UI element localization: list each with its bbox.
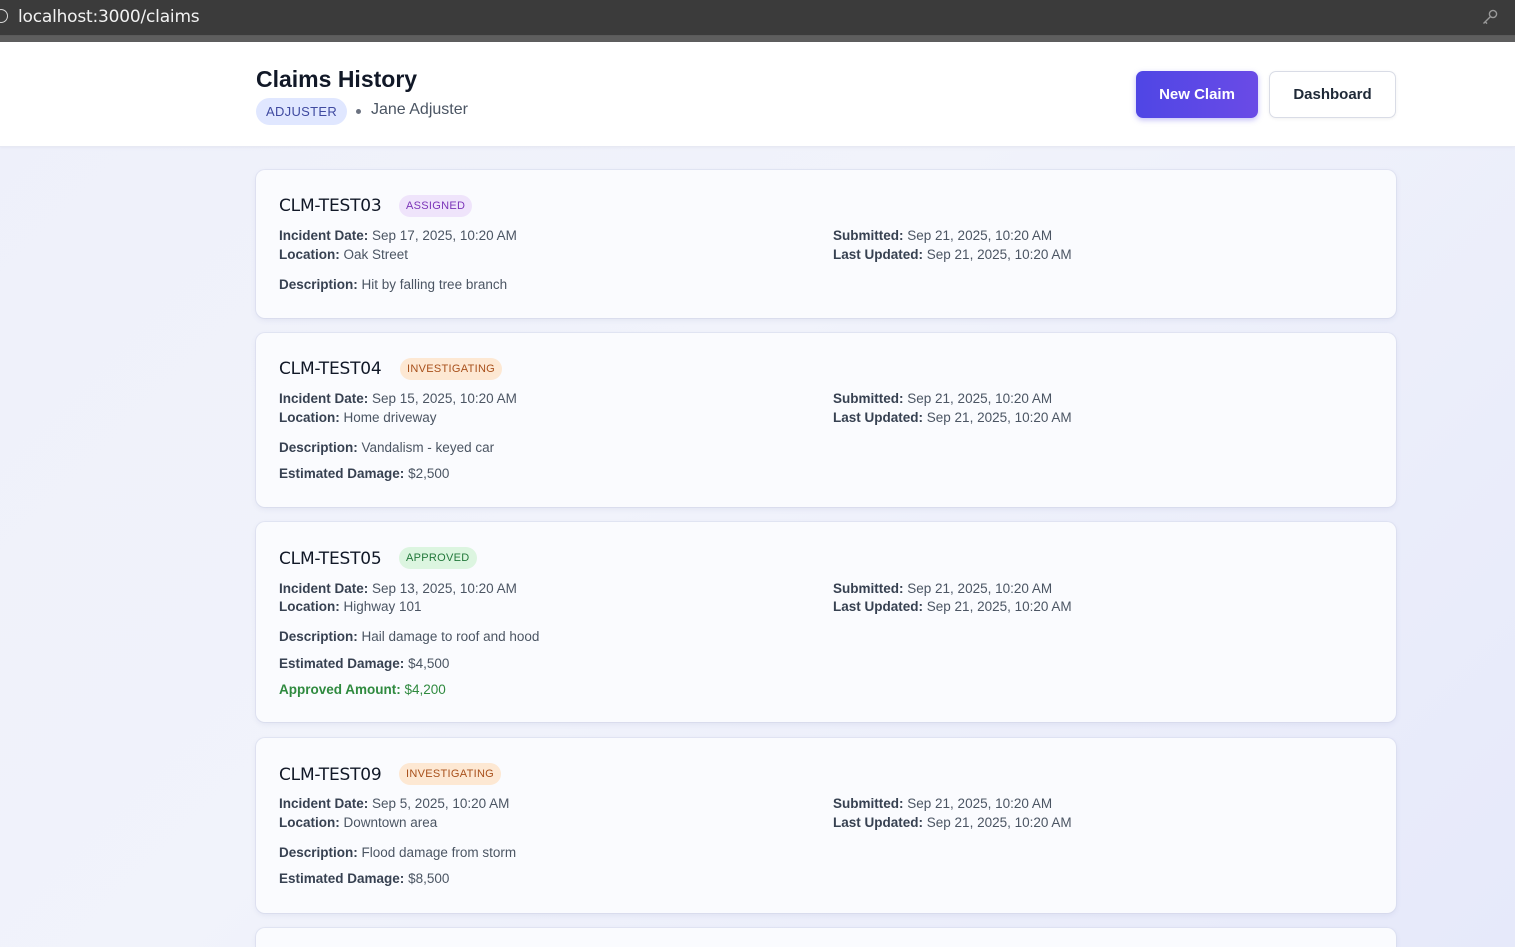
incident-date-value: Sep 15, 2025, 10:20 AM <box>372 391 517 406</box>
last-updated-value: Sep 21, 2025, 10:20 AM <box>926 815 1072 830</box>
claim-card: CLM-TEST03 ASSIGNED Incident Date: Sep 1… <box>256 170 1396 318</box>
location-value: Downtown area <box>343 815 438 830</box>
submitted-field: Submitted: Sep 21, 2025, 10:20 AM <box>833 796 1053 811</box>
last-updated-field: Last Updated: Sep 21, 2025, 10:20 AM <box>833 247 1072 262</box>
status-badge: INVESTIGATING <box>399 763 502 785</box>
dashboard-button[interactable]: Dashboard <box>1269 71 1396 118</box>
incident-date-value: Sep 17, 2025, 10:20 AM <box>372 228 517 243</box>
description-field: Description: Hit by falling tree branch <box>279 277 508 292</box>
location-value: Highway 101 <box>343 599 422 614</box>
incident-date-field: Incident Date: Sep 15, 2025, 10:20 AM <box>279 391 517 406</box>
incident-date-field: Incident Date: Sep 13, 2025, 10:20 AM <box>279 581 517 596</box>
last-updated-value: Sep 21, 2025, 10:20 AM <box>926 599 1072 614</box>
last-updated-field: Last Updated: Sep 21, 2025, 10:20 AM <box>833 599 1072 614</box>
description-field: Description: Flood damage from storm <box>279 845 517 860</box>
claim-card: CLM-TEST05 APPROVED Incident Date: Sep 1… <box>256 522 1396 722</box>
submitted-value: Sep 21, 2025, 10:20 AM <box>907 391 1053 406</box>
last-updated-value: Sep 21, 2025, 10:20 AM <box>926 247 1072 262</box>
claim-card: CLM-TEST04 INVESTIGATING Incident Date: … <box>256 333 1396 507</box>
description-value: Hit by falling tree branch <box>361 277 508 292</box>
approved-amount-field: Approved Amount: $4,200 <box>279 682 446 697</box>
submitted-value: Sep 21, 2025, 10:20 AM <box>907 796 1053 811</box>
claim-id: CLM-TEST09 <box>279 765 382 785</box>
claim-card <box>256 928 1396 947</box>
incident-date-value: Sep 13, 2025, 10:20 AM <box>372 581 517 596</box>
location-value: Oak Street <box>343 247 409 262</box>
incident-date-field: Incident Date: Sep 5, 2025, 10:20 AM <box>279 796 510 811</box>
claim-card: CLM-TEST09 INVESTIGATING Incident Date: … <box>256 738 1396 913</box>
submitted-field: Submitted: Sep 21, 2025, 10:20 AM <box>833 228 1053 243</box>
submitted-field: Submitted: Sep 21, 2025, 10:20 AM <box>833 391 1053 406</box>
location-field: Location: Highway 101 <box>279 599 422 614</box>
status-badge: APPROVED <box>399 547 477 569</box>
description-value: Flood damage from storm <box>361 845 517 860</box>
estimated-damage-field: Estimated Damage: $2,500 <box>279 466 450 481</box>
status-badge: ASSIGNED <box>399 195 473 217</box>
estimated-damage-value: $2,500 <box>408 466 450 481</box>
last-updated-field: Last Updated: Sep 21, 2025, 10:20 AM <box>833 815 1072 830</box>
location-field: Location: Oak Street <box>279 247 409 262</box>
description-field: Description: Vandalism - keyed car <box>279 440 495 455</box>
location-field: Location: Home driveway <box>279 410 437 425</box>
location-value: Home driveway <box>343 410 437 425</box>
url-text[interactable]: localhost:3000/claims <box>18 7 200 27</box>
submitted-value: Sep 21, 2025, 10:20 AM <box>907 228 1053 243</box>
new-claim-button[interactable]: New Claim <box>1136 71 1258 118</box>
description-value: Vandalism - keyed car <box>361 440 495 455</box>
approved-amount-value: $4,200 <box>404 682 446 697</box>
description-value: Hail damage to roof and hood <box>361 629 540 644</box>
claim-id: CLM-TEST05 <box>279 549 382 569</box>
last-updated-value: Sep 21, 2025, 10:20 AM <box>926 410 1072 425</box>
key-icon[interactable] <box>1481 8 1499 26</box>
role-badge: ADJUSTER <box>256 98 347 125</box>
page-header: Claims History ADJUSTER Jane Adjuster Ne… <box>0 42 1515 147</box>
separator-dot <box>356 109 361 114</box>
claim-id: CLM-TEST03 <box>279 196 382 216</box>
user-name: Jane Adjuster <box>371 101 468 118</box>
last-updated-field: Last Updated: Sep 21, 2025, 10:20 AM <box>833 410 1072 425</box>
description-field: Description: Hail damage to roof and hoo… <box>279 629 540 644</box>
reload-icon[interactable] <box>0 9 8 23</box>
page-title: Claims History <box>256 66 418 92</box>
estimated-damage-value: $8,500 <box>408 871 450 886</box>
estimated-damage-value: $4,500 <box>408 656 450 671</box>
browser-address-bar: localhost:3000/claims <box>0 0 1515 36</box>
estimated-damage-field: Estimated Damage: $8,500 <box>279 871 450 886</box>
claim-id: CLM-TEST04 <box>279 359 382 379</box>
location-field: Location: Downtown area <box>279 815 438 830</box>
submitted-value: Sep 21, 2025, 10:20 AM <box>907 581 1053 596</box>
incident-date-value: Sep 5, 2025, 10:20 AM <box>372 796 510 811</box>
incident-date-field: Incident Date: Sep 17, 2025, 10:20 AM <box>279 228 517 243</box>
status-badge: INVESTIGATING <box>400 358 503 380</box>
submitted-field: Submitted: Sep 21, 2025, 10:20 AM <box>833 581 1053 596</box>
estimated-damage-field: Estimated Damage: $4,500 <box>279 656 450 671</box>
